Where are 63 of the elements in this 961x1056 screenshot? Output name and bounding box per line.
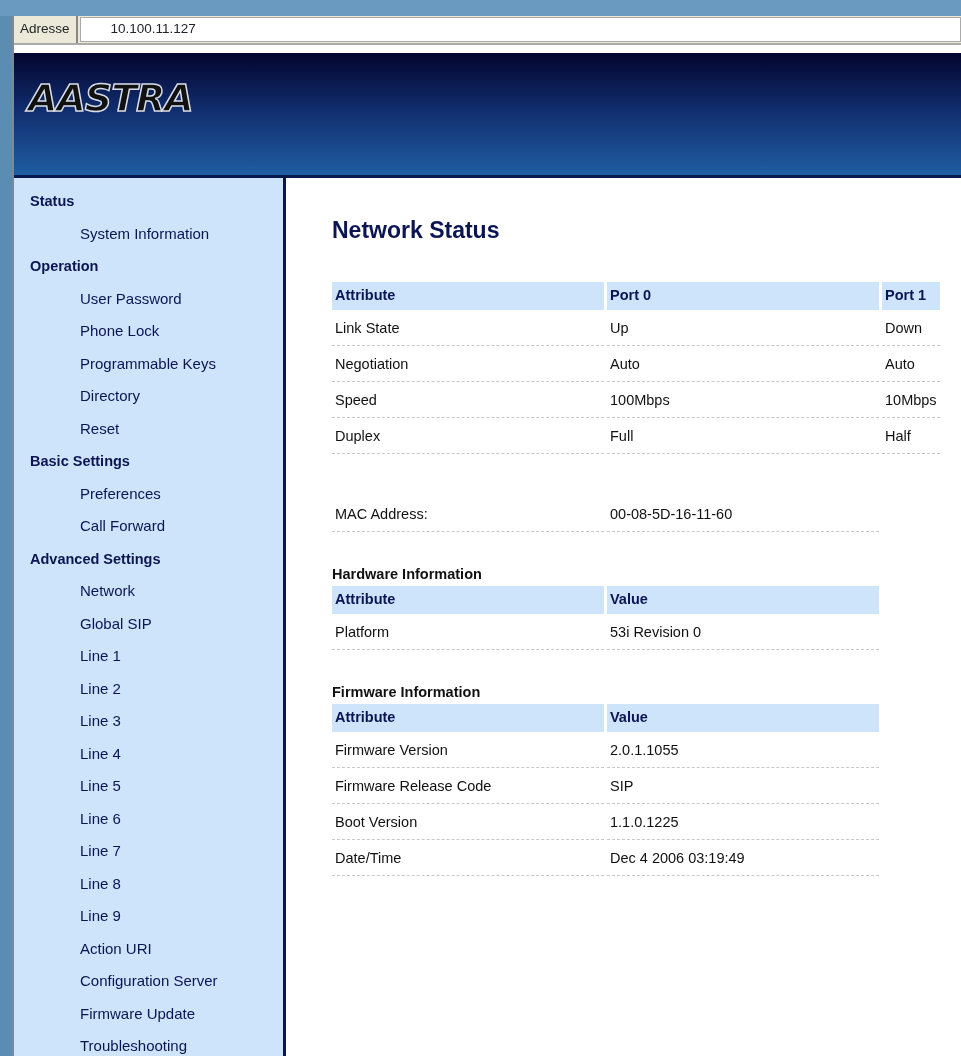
section-heading: Hardware Information [332,564,483,584]
sidebar-link[interactable]: Line 4 [30,737,283,770]
table-cell: Full [607,417,879,454]
table-cell: Auto [882,345,940,382]
table-cell: 100Mbps [607,381,879,418]
sidebar-link[interactable]: Line 6 [30,802,283,835]
table-cell: Duplex [332,417,604,454]
sidebar-heading: Basic Settings [30,452,131,471]
sidebar-link[interactable]: Troubleshooting [30,1030,283,1056]
table-cell: Half [882,417,940,454]
table-cell: Down [882,309,940,346]
table-cell: Link State [332,309,604,346]
sidebar-link[interactable]: System Information [30,217,283,250]
table-cell: Dec 4 2006 03:19:49 [607,839,879,876]
sidebar-link[interactable]: Preferences [30,477,283,510]
sidebar-link[interactable]: Firmware Update [30,997,283,1030]
sidebar-link[interactable]: Call Forward [30,510,283,543]
sidebar-link[interactable]: Phone Lock [30,315,283,348]
table-cell: 1.1.0.1225 [607,803,879,840]
column-header: Attribute [332,585,604,614]
table-cell: 10Mbps [882,381,940,418]
table-cell: 00-08-5D-16-11-60 [607,495,879,532]
column-header: Value [607,703,879,732]
table-cell: Date/Time [332,839,604,876]
table-cell: 2.0.1.1055 [607,731,879,768]
sidebar-link[interactable]: Network [30,575,283,608]
sidebar-link[interactable]: Line 1 [30,640,283,673]
sidebar-link[interactable]: Line 2 [30,672,283,705]
address-field[interactable]: 10.100.11.127 [79,17,961,42]
sidebar-link[interactable]: Line 9 [30,900,283,933]
sidebar-link[interactable]: Directory [30,380,283,413]
table-cell: MAC Address: [332,495,604,532]
page-title: Network Status [332,216,501,245]
table-cell: Negotiation [332,345,604,382]
column-header: Value [607,585,879,614]
table-cell: Auto [607,345,879,382]
sidebar-link[interactable]: Line 5 [30,770,283,803]
sidebar-link[interactable]: Reset [30,412,283,445]
table-cell: Speed [332,381,604,418]
address-label: Adresse [14,16,78,43]
table-cell: Up [607,309,879,346]
column-header: Port 1 [882,281,940,310]
table-cell: Firmware Release Code [332,767,604,804]
column-header: Port 0 [607,281,879,310]
table-cell: Boot Version [332,803,604,840]
sidebar-link[interactable]: Line 8 [30,867,283,900]
sidebar-link[interactable]: Global SIP [30,607,283,640]
sidebar-link[interactable]: Configuration Server [30,965,283,998]
sidebar-link[interactable]: Line 3 [30,705,283,738]
section-heading: Firmware Information [332,682,482,702]
column-header: Attribute [332,703,604,732]
sidebar-heading: Operation [30,257,100,276]
table-cell: SIP [607,767,879,804]
sidebar-heading: Status [30,192,76,211]
table-cell: Platform [332,613,604,650]
column-header: Attribute [332,281,604,310]
sidebar-link[interactable]: User Password [30,282,283,315]
sidebar-link[interactable]: Action URI [30,932,283,965]
sidebar-link[interactable]: Line 7 [30,835,283,868]
sidebar-heading: Advanced Settings [30,549,162,569]
sidebar-link[interactable]: Programmable Keys [30,347,283,380]
table-cell: 53i Revision 0 [607,613,879,650]
table-cell: Firmware Version [332,731,604,768]
